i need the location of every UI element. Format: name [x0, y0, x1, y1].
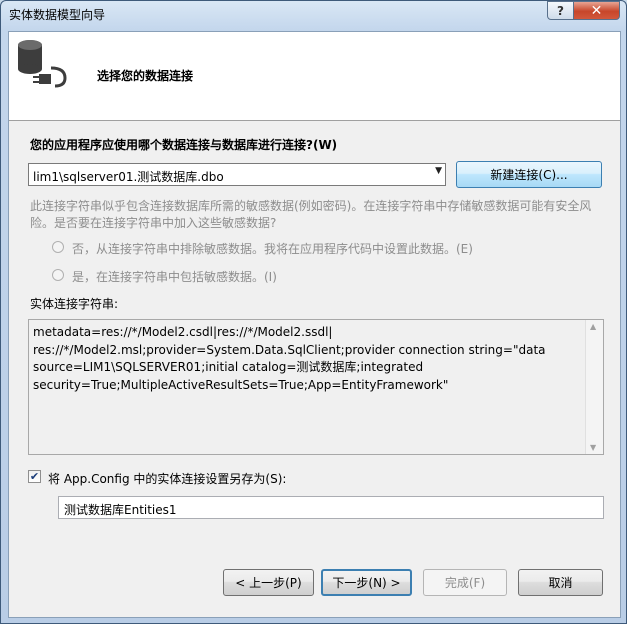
entities-name-value: 测试数据库Entities1	[64, 503, 177, 517]
include-sensitive-radio[interactable]	[52, 269, 64, 281]
exclude-sensitive-label: 否，从连接字符串中排除敏感数据。我将在应用程序代码中设置此数据。(E)	[72, 242, 473, 256]
save-settings-label: 将 App.Config 中的实体连接设置另存为(S):	[48, 472, 287, 486]
entity-connection-string-box[interactable]: metadata=res://*/Model2.csdl|res://*/Mod…	[28, 319, 604, 455]
exclude-sensitive-radio[interactable]	[52, 241, 64, 253]
entity-connection-string-text: metadata=res://*/Model2.csdl|res://*/Mod…	[33, 325, 546, 392]
chevron-down-icon: ▼	[435, 166, 442, 176]
new-connection-button[interactable]: 新建连接(C)...	[456, 161, 602, 188]
include-sensitive-label: 是，在连接字符串中包括敏感数据。(I)	[72, 270, 277, 284]
connection-dropdown-value: lim1\sqlserver01.测试数据库.dbo	[33, 170, 224, 184]
cancel-button[interactable]: 取消	[518, 569, 603, 596]
help-button[interactable]: ?	[547, 1, 574, 20]
vertical-scrollbar[interactable]: ▲ ▼	[585, 320, 603, 454]
header-banner: 选择您的数据连接	[9, 32, 620, 121]
dialog-client-area: 选择您的数据连接 您的应用程序应使用哪个数据连接与数据库进行连接?(W) lim…	[8, 31, 621, 618]
close-button[interactable]: ✕	[573, 1, 620, 20]
database-connection-icon	[18, 40, 67, 88]
entities-name-input[interactable]: 测试数据库Entities1	[58, 496, 604, 519]
scroll-up-icon[interactable]: ▲	[590, 322, 596, 331]
page-title: 选择您的数据连接	[97, 69, 194, 83]
window-title: 实体数据模型向导	[9, 8, 106, 22]
sensitive-data-description: 此连接字符串似乎包含连接数据库所需的敏感数据(例如密码)。在连接字符串中存储敏感…	[30, 199, 592, 230]
finish-button[interactable]: 完成(F)	[423, 569, 507, 596]
wizard-window: 实体数据模型向导 ? ✕ 选择您的数据连接 您的应用程序应使用哪个数据连接与数据…	[0, 0, 627, 624]
next-button[interactable]: 下一步(N) >	[321, 569, 412, 596]
scroll-down-icon[interactable]: ▼	[590, 443, 596, 452]
back-button[interactable]: < 上一步(P)	[223, 569, 314, 596]
connection-dropdown[interactable]: lim1\sqlserver01.测试数据库.dbo ▼	[28, 163, 446, 186]
entity-connection-label: 实体连接字符串:	[30, 297, 119, 311]
save-settings-checkbox[interactable]: ✔	[28, 470, 41, 483]
connection-question-label: 您的应用程序应使用哪个数据连接与数据库进行连接?(W)	[30, 138, 338, 152]
